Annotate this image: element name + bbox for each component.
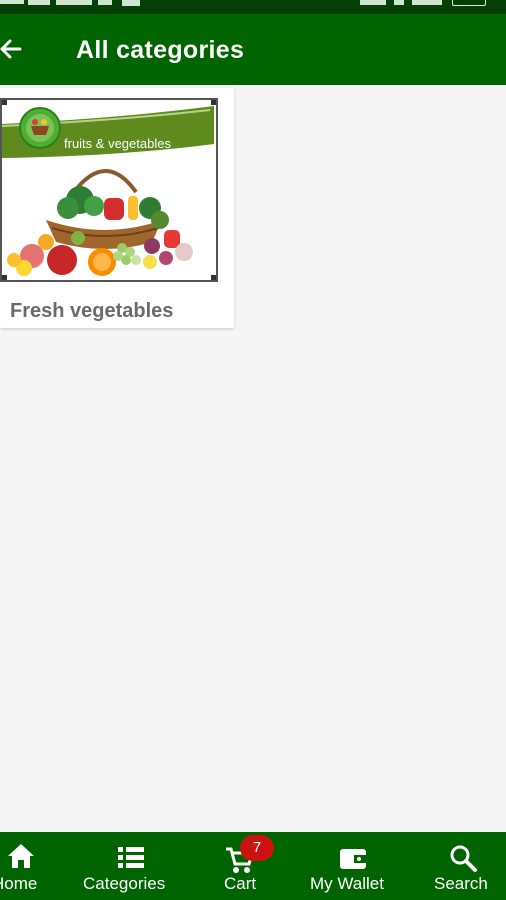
nav-label-categories: Categories bbox=[83, 874, 166, 893]
banner-text: fruits & vegetables bbox=[64, 136, 171, 151]
battery-icon bbox=[452, 0, 486, 6]
fruits-vegetables-illustration bbox=[2, 100, 216, 280]
nav-item-cart[interactable]: 7 Cart bbox=[216, 832, 276, 900]
bottom-nav: Home Categories 7 Cart My Wallet Search bbox=[0, 832, 506, 900]
home-icon bbox=[8, 844, 34, 868]
nav-item-categories[interactable]: Categories bbox=[80, 832, 184, 900]
nav-label-cart: Cart bbox=[224, 874, 257, 893]
nav-item-search[interactable]: Search bbox=[430, 832, 506, 900]
nav-label-my-wallet: My Wallet bbox=[310, 874, 384, 893]
category-card-fresh-vegetables[interactable]: fruits & vegetables Fresh vegetables bbox=[0, 88, 234, 328]
status-bar bbox=[0, 0, 506, 14]
nav-item-home[interactable]: Home bbox=[0, 832, 60, 900]
nav-label-home: Home bbox=[0, 874, 38, 893]
nav-item-my-wallet[interactable]: My Wallet bbox=[306, 832, 402, 900]
app-bar: All categories bbox=[0, 14, 506, 85]
search-icon bbox=[450, 845, 477, 872]
back-button[interactable] bbox=[0, 34, 30, 64]
category-label: Fresh vegetables bbox=[10, 300, 174, 322]
status-icons-right bbox=[360, 0, 442, 5]
cart-badge: 7 bbox=[240, 835, 274, 861]
arrow-left-icon bbox=[0, 39, 22, 59]
category-image: fruits & vegetables bbox=[0, 98, 218, 282]
list-icon bbox=[118, 847, 144, 868]
wallet-icon bbox=[340, 849, 366, 869]
page-title: All categories bbox=[76, 36, 245, 64]
status-icons-left bbox=[0, 0, 140, 6]
nav-label-search: Search bbox=[434, 874, 488, 893]
